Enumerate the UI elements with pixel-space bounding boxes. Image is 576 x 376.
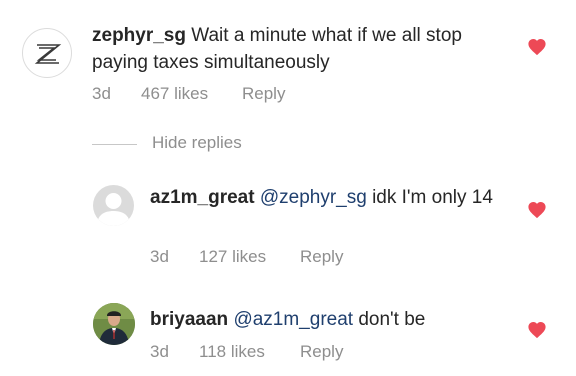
likes-count-button[interactable]: 118 likes (199, 342, 265, 362)
comment-username[interactable]: az1m_great (150, 187, 255, 208)
comment-time: 3d (150, 247, 169, 266)
heart-icon[interactable] (527, 201, 547, 219)
heart-icon[interactable] (527, 38, 547, 56)
avatar[interactable] (22, 28, 72, 78)
user-photo (93, 303, 135, 345)
comment-time: 3d (92, 84, 111, 103)
mention-link[interactable]: @zephyr_sg (260, 187, 367, 208)
comment-text: idk I'm only 14 (366, 187, 493, 208)
reply-button[interactable]: Reply (242, 84, 285, 104)
hide-replies-label[interactable]: Hide replies (152, 133, 242, 153)
divider (92, 144, 137, 145)
comment-body: az1m_great @zephyr_sg idk I'm only 14 (150, 184, 515, 211)
comment-username[interactable]: briyaaan (150, 309, 228, 330)
comment-body: briyaaan @az1m_great don't be (150, 306, 515, 333)
mention-link[interactable]: @az1m_great (233, 309, 353, 330)
comment-username[interactable]: zephyr_sg (92, 25, 186, 46)
likes-count-button[interactable]: 467 likes (141, 84, 208, 104)
reply-button[interactable]: Reply (300, 342, 343, 362)
comment-meta: 3d 467 likes Reply (92, 84, 332, 106)
reply-button[interactable]: Reply (300, 247, 343, 267)
comment-time: 3d (150, 342, 169, 361)
z-logo-icon (34, 44, 62, 64)
comment-meta: 3d 127 likes Reply (150, 247, 380, 269)
default-user-icon (97, 193, 130, 226)
avatar[interactable] (93, 303, 135, 345)
comment-meta: 3d 118 likes Reply (150, 342, 380, 364)
avatar[interactable] (93, 185, 134, 226)
comment-body: zephyr_sg Wait a minute what if we all s… (92, 22, 512, 76)
likes-count-button[interactable]: 127 likes (199, 247, 266, 267)
comment-text: don't be (353, 309, 426, 330)
heart-icon[interactable] (527, 321, 547, 339)
